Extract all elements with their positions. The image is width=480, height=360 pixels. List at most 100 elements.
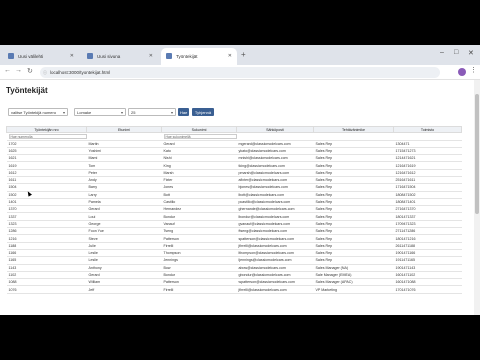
scrollbar[interactable]: [474, 80, 480, 315]
scrollbar-thumb[interactable]: [475, 94, 479, 214]
table-cell: Gerard: [161, 140, 237, 148]
table-cell: 1286: [6, 227, 87, 236]
employees-table: Työntekijän nro Etunimi Sukunimi Sähköpo…: [6, 126, 462, 294]
table-row[interactable]: 1076 Jeff Firrelli jfirrelli@classicmodelca…: [6, 285, 462, 294]
profile-avatar[interactable]: [458, 68, 466, 76]
table-cell: Leslie: [86, 256, 162, 265]
table-cell: Sales Rep: [313, 256, 394, 265]
info-icon: ⓘ: [43, 70, 47, 75]
table-cell: 1601471088: [393, 278, 462, 287]
table-row[interactable]: 1502 Larry Bott lbott@classicmodelcars.com S…: [6, 191, 462, 199]
table-cell: Vanauf: [161, 220, 237, 229]
table-cell: VP Marketing: [313, 285, 394, 294]
lastname-filter-input[interactable]: Hae sukunimellä: [163, 133, 237, 139]
table-cell: 1612: [6, 169, 87, 178]
table-row[interactable]: 1401 Pamela Castillo pcastillo@classicmodel…: [6, 198, 462, 207]
minimize-icon[interactable]: –: [440, 49, 444, 56]
table-cell: 1601471102: [393, 271, 462, 280]
table-cell: Pamela: [86, 198, 162, 207]
table-row[interactable]: 1165 Leslie Jennings ljennings@classicmodel…: [6, 256, 462, 265]
chevron-down-icon: ▾: [170, 110, 173, 115]
table-cell: Sales Manager (APAC): [313, 278, 394, 287]
table-row[interactable]: 1188 Julie Firrelli jfirrelli@classicmodelc…: [6, 242, 462, 250]
tab-favicon-icon: [8, 53, 14, 59]
table-row[interactable]: 1323 George Vanauf gvanauf@classicmodelcars…: [6, 220, 462, 229]
address-bar[interactable]: ⓘ localhost:3000/tyontekijat.html: [40, 67, 440, 78]
table-cell: 1401: [6, 198, 87, 207]
table-cell: abow@classicmodelcars.com: [236, 264, 314, 272]
close-tab-icon[interactable]: ✕: [70, 53, 74, 59]
table-cell: Anthony: [86, 264, 162, 272]
page-size-select[interactable]: 25 ▾: [128, 108, 176, 116]
table-cell: Sales Rep: [313, 249, 394, 258]
back-icon[interactable]: ←: [4, 67, 11, 74]
menu-icon[interactable]: ⋮: [470, 66, 477, 74]
table-cell: Castillo: [161, 198, 237, 207]
table-cell: Sales Rep: [313, 220, 394, 229]
table-cell: Gerard: [86, 205, 162, 214]
table-cell: Sales Rep: [313, 242, 394, 250]
table-cell: Loui: [86, 212, 162, 221]
table-cell: 1619: [6, 161, 87, 170]
table-cell: wpatterson@classicmodelcars.com: [236, 278, 314, 287]
tab-1-label: Uusi välilehti: [18, 54, 44, 59]
table-row[interactable]: 1216 Steve Patterson spatterson@classicmode…: [6, 234, 462, 243]
table-row[interactable]: 1621 Mami Nishi mnishi@classicmodelcars.com…: [6, 154, 462, 163]
table-cell: pmarsh@classicmodelcars.com: [236, 169, 314, 178]
tab-1[interactable]: Uusi välilehti ✕: [3, 48, 79, 65]
table-row[interactable]: 1702 Martin Gerard mgerard@classicmodelcars…: [6, 140, 462, 148]
table-cell: afixter@classicmodelcars.com: [236, 176, 314, 185]
table-cell: Steve: [86, 234, 162, 243]
number-filter-input[interactable]: Hae numerolla: [8, 133, 87, 139]
employee-number-select[interactable]: valitse Työntekijä numero ▾: [8, 108, 68, 116]
table-cell: Sales Rep: [313, 169, 394, 178]
table-cell: lthompson@classicmodelcars.com: [236, 249, 314, 258]
new-tab-icon[interactable]: +: [241, 50, 246, 59]
tab-3[interactable]: Työntekijät ✕: [161, 48, 237, 65]
table-row[interactable]: 1619 Tom King tking@classicmodelcars.com Sal…: [6, 161, 462, 170]
tab-2[interactable]: Uusi sivuna ✕: [82, 48, 158, 65]
table-cell: Fixter: [161, 176, 237, 185]
table-cell: jfirrelli@classicmodelcars.com: [236, 285, 314, 294]
table-row[interactable]: 1143 Anthony Bow abow@classicmodelcars.com S…: [6, 264, 462, 272]
page-title: Työntekijät: [6, 86, 48, 95]
table-cell: ftseng@classicmodelcars.com: [236, 227, 314, 236]
table-cell: Bow: [161, 264, 237, 272]
table-row[interactable]: 1286 Foon Yue Tseng ftseng@classicmodelcars…: [6, 227, 462, 236]
table-cell: Sales Rep: [313, 147, 394, 156]
table-cell: Martin: [86, 140, 162, 148]
table-cell: Sales Manager (NA): [313, 264, 394, 272]
close-window-icon[interactable]: ✕: [468, 49, 474, 57]
table-row[interactable]: 1337 Loui Bondur lbondur@classicmodelcars.c…: [6, 212, 462, 221]
forward-icon[interactable]: →: [15, 67, 22, 74]
table-cell: 1702: [6, 140, 87, 148]
table-row[interactable]: 1611 Andy Fixter afixter@classicmodelcars.c…: [6, 176, 462, 185]
page-content: Työntekijät valitse Työntekijä numero ▾ …: [0, 80, 480, 315]
search-button[interactable]: Hae: [178, 108, 189, 116]
table-row[interactable]: 1625 Yoshimi Kato ykato@classicmodelcars.co…: [6, 147, 462, 156]
table-cell: 2716471370: [393, 205, 462, 214]
clear-button[interactable]: Tyhjennä: [192, 108, 214, 116]
table-cell: Sales Rep: [313, 198, 394, 207]
table-row[interactable]: 1612 Peter Marsh pmarsh@classicmodelcars.co…: [6, 169, 462, 178]
close-tab-icon[interactable]: ✕: [228, 53, 232, 59]
table-row[interactable]: 1166 Leslie Thompson lthompson@classicmodel…: [6, 249, 462, 258]
table-row[interactable]: 1370 Gerard Hernandez ghernande@classicmode…: [6, 205, 462, 214]
form-select[interactable]: Lomake ▾: [74, 108, 126, 116]
table-cell: Mami: [86, 154, 162, 163]
table-cell: King: [161, 161, 237, 170]
table-row[interactable]: 1504 Barry Jones bjones@classicmodelcars.co…: [6, 183, 462, 192]
reload-icon[interactable]: ↻: [27, 67, 33, 75]
table-cell: 1337: [6, 212, 87, 221]
browser-toolbar: ← → ↻ ⓘ localhost:3000/tyontekijat.html …: [0, 65, 480, 80]
tab-favicon-icon: [166, 53, 172, 59]
table-row[interactable]: 1102 Gerard Bondur gbondur@classicmodelcars…: [6, 271, 462, 280]
table-cell: mgerard@classicmodelcars.com: [236, 140, 314, 148]
table-cell: 1715471273: [393, 147, 462, 156]
table-row[interactable]: 1088 William Patterson wpatterson@classicmo…: [6, 278, 462, 287]
close-tab-icon[interactable]: ✕: [149, 53, 153, 59]
table-cell: 1808471401: [393, 198, 462, 207]
table-cell: 1166: [6, 249, 87, 258]
maximize-icon[interactable]: □: [454, 49, 458, 56]
table-cell: Bondur: [161, 212, 237, 221]
